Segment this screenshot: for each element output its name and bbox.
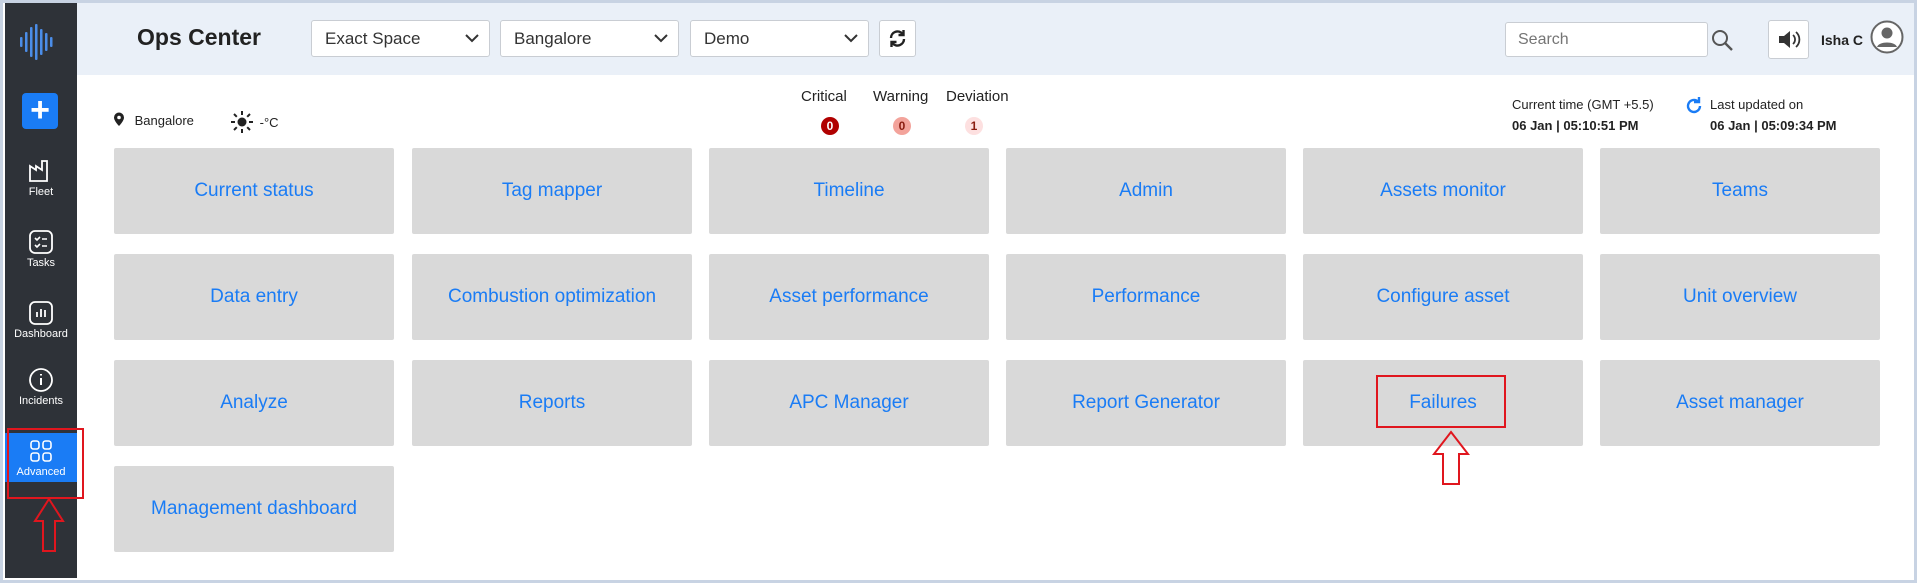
sound-button[interactable] <box>1768 20 1809 59</box>
annotation-box-advanced <box>7 428 84 499</box>
tile-teams[interactable]: Teams <box>1600 148 1880 234</box>
up-arrow-annotation-icon <box>33 497 65 552</box>
avatar[interactable] <box>1870 20 1904 54</box>
deviation-label: Deviation <box>946 88 1009 105</box>
chevron-down-icon <box>844 34 858 43</box>
tile-asset-manager[interactable]: Asset manager <box>1600 360 1880 446</box>
sidebar-item-label: Incidents <box>18 395 64 407</box>
tile-performance[interactable]: Performance <box>1006 254 1286 340</box>
critical-count-badge: 0 <box>821 117 839 135</box>
mode-select[interactable]: Demo <box>690 20 869 57</box>
up-arrow-annotation-icon <box>1432 430 1470 485</box>
tile-management-dashboard[interactable]: Management dashboard <box>114 466 394 552</box>
location-info: Bangalore <box>113 112 194 128</box>
tile-current-status[interactable]: Current status <box>114 148 394 234</box>
sidebar-item-label: Fleet <box>28 186 54 198</box>
location-pin-icon <box>114 112 124 126</box>
refresh-icon[interactable] <box>1684 96 1704 116</box>
current-time-label: Current time (GMT +5.5) <box>1512 97 1654 112</box>
sun-icon <box>231 111 253 133</box>
chevron-down-icon <box>465 34 479 43</box>
page-title: Ops Center <box>137 24 261 50</box>
sidebar-item-fleet[interactable]: Fleet <box>5 158 77 220</box>
tile-assets-monitor[interactable]: Assets monitor <box>1303 148 1583 234</box>
tile-tag-mapper[interactable]: Tag mapper <box>412 148 692 234</box>
add-button[interactable]: + <box>22 93 58 129</box>
tile-combustion-optimization[interactable]: Combustion optimization <box>412 254 692 340</box>
last-updated-value: 06 Jan | 05:09:34 PM <box>1710 118 1837 133</box>
mode-select-value: Demo <box>704 29 750 48</box>
chevron-down-icon <box>654 34 668 43</box>
info-icon <box>29 368 53 392</box>
tile-asset-performance[interactable]: Asset performance <box>709 254 989 340</box>
last-updated-label: Last updated on <box>1710 97 1804 112</box>
location-select-value: Bangalore <box>514 29 592 48</box>
annotation-box-failures <box>1376 375 1506 428</box>
deviation-count-badge: 1 <box>965 117 983 135</box>
tile-admin[interactable]: Admin <box>1006 148 1286 234</box>
warning-count-badge: 0 <box>893 117 911 135</box>
user-name: Isha C <box>1821 32 1864 48</box>
tile-apc-manager[interactable]: APC Manager <box>709 360 989 446</box>
tile-report-generator[interactable]: Report Generator <box>1006 360 1286 446</box>
sidebar-item-label: Dashboard <box>14 328 68 340</box>
sidebar-item-tasks[interactable]: Tasks <box>5 229 77 291</box>
weather-info: -°C <box>230 110 279 134</box>
speaker-icon <box>1779 31 1801 48</box>
tile-analyze[interactable]: Analyze <box>114 360 394 446</box>
current-time-value: 06 Jan | 05:10:51 PM <box>1512 118 1639 133</box>
tile-unit-overview[interactable]: Unit overview <box>1600 254 1880 340</box>
search-icon[interactable] <box>1710 28 1734 52</box>
sidebar-item-dashboard[interactable]: Dashboard <box>5 300 77 362</box>
refresh-icon <box>889 30 906 47</box>
dashboard-icon <box>29 301 53 325</box>
tile-timeline[interactable]: Timeline <box>709 148 989 234</box>
location-select[interactable]: Bangalore <box>500 20 679 57</box>
search-input[interactable] <box>1505 22 1708 57</box>
tile-configure-asset[interactable]: Configure asset <box>1303 254 1583 340</box>
temperature-value: -°C <box>259 115 279 130</box>
location-label: Bangalore <box>134 113 194 128</box>
critical-label: Critical <box>801 88 847 105</box>
sidebar-item-incidents[interactable]: Incidents <box>5 367 77 429</box>
tile-reports[interactable]: Reports <box>412 360 692 446</box>
sidebar-item-label: Tasks <box>26 257 56 269</box>
space-select-value: Exact Space <box>325 29 421 48</box>
warning-label: Warning <box>873 88 929 105</box>
checklist-icon <box>29 230 53 254</box>
logo-icon <box>20 24 53 60</box>
tile-data-entry[interactable]: Data entry <box>114 254 394 340</box>
refresh-button[interactable] <box>879 20 916 57</box>
space-select[interactable]: Exact Space <box>311 20 490 57</box>
factory-icon <box>29 160 48 182</box>
